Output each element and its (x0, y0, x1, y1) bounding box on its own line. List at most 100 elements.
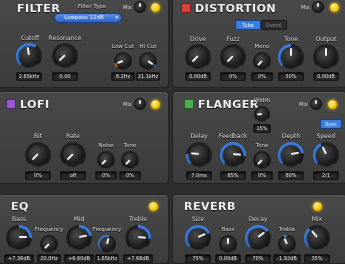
flanger-tone-knob[interactable] (253, 151, 271, 169)
lofi-noise-knob[interactable] (97, 151, 115, 169)
reverb-decay-value[interactable]: 70% (245, 254, 271, 263)
eq-title: EQ (11, 200, 29, 213)
distortion-title: DISTORTION (195, 2, 277, 15)
filter-lowcut-knob[interactable] (114, 52, 132, 70)
reverb-bass-value[interactable]: 0.00dB (215, 254, 241, 263)
flanger-delay-value[interactable]: 7.0ms (186, 171, 212, 180)
filter-hicut-knob[interactable] (139, 52, 157, 70)
distortion-output-knob[interactable] (313, 44, 339, 70)
filter-type-label: Filter Type (77, 4, 107, 10)
reverb-size-knob[interactable] (185, 225, 211, 251)
distortion-output-value[interactable]: 0.00dB (313, 72, 339, 81)
filter-resonance-knob[interactable] (52, 43, 78, 69)
lofi-bit-value[interactable]: 0% (25, 171, 51, 180)
lofi-bit-knob[interactable] (25, 142, 51, 168)
distortion-tone-value[interactable]: 50% (278, 72, 304, 81)
eq-panel: EQ Bass +7.36dB Frequency 20.0Hz Mid +6.… (0, 194, 169, 264)
filter-cutoff-value[interactable]: 2.65kHz (16, 72, 42, 81)
lofi-noise-value[interactable]: 0% (95, 171, 117, 180)
lofi-rate-knob[interactable] (60, 142, 86, 168)
filter-cutoff-knob[interactable] (16, 43, 42, 69)
distortion-mono-knob[interactable] (253, 52, 271, 70)
distortion-tone-knob[interactable] (278, 44, 304, 70)
filter-type-value: Lowpass 12dB (64, 15, 104, 21)
lofi-tone-knob[interactable] (121, 151, 139, 169)
distortion-drive-knob[interactable] (185, 44, 211, 70)
filter-mix-knob[interactable] (135, 2, 145, 12)
distortion-fuzz-value[interactable]: 0% (220, 72, 246, 81)
reverb-decay-knob[interactable] (245, 225, 271, 251)
flanger-depth-value[interactable]: 80% (278, 171, 304, 180)
filter-panel: FILTER Mix Filter Type Lowpass 12dB ▾ Cu… (0, 0, 169, 88)
distortion-fuzz-label: Fuzz (226, 36, 240, 43)
flanger-width-value[interactable]: 15% (253, 124, 271, 133)
distortion-mono-value[interactable]: 0% (251, 72, 273, 81)
reverb-treble-value[interactable]: -1.92dB (273, 254, 301, 263)
distortion-fuzz-knob[interactable] (220, 44, 246, 70)
eq-treble-value[interactable]: +7.68dB (123, 254, 153, 263)
filter-type-dropdown[interactable]: Lowpass 12dB ▾ (54, 13, 122, 23)
reverb-power-led[interactable] (313, 202, 322, 211)
eq-power-led[interactable] (149, 202, 158, 211)
filter-hicut-value[interactable]: 21.1kHz (136, 72, 160, 81)
eq-bass-knob[interactable] (6, 225, 32, 251)
reverb-mix-knob[interactable] (304, 225, 330, 251)
distortion-mix-knob[interactable] (313, 2, 323, 12)
flanger-mix-knob[interactable] (311, 99, 321, 109)
eq-freq2-knob[interactable] (98, 235, 116, 253)
eq-mid-label: Mid (73, 216, 85, 223)
reverb-size-label: Size (191, 216, 205, 223)
eq-freq1-value[interactable]: 20.0Hz (37, 254, 61, 263)
flanger-feedback-value[interactable]: 85% (220, 171, 246, 180)
filter-mix-label: Mix (123, 5, 132, 11)
flanger-delay-label: Delay (190, 133, 208, 140)
flanger-speed-knob[interactable] (313, 142, 339, 168)
filter-hicut-label: Hi Cut (139, 44, 157, 50)
distortion-tube-button[interactable]: Tube (235, 20, 261, 30)
lofi-tone-value[interactable]: 0% (119, 171, 141, 180)
flanger-sync-button[interactable]: Sync (320, 119, 342, 129)
reverb-mix-label: Mix (311, 216, 323, 223)
filter-lowcut-value[interactable]: 8.2Hz (111, 72, 135, 81)
lofi-mix-label: Mix (123, 102, 132, 108)
reverb-treble-knob[interactable] (278, 235, 296, 253)
flanger-feedback-label: Feedback (218, 133, 248, 140)
distortion-mono-label: Mono (254, 44, 270, 50)
eq-freq1-label: Frequency (34, 227, 64, 233)
eq-mid-knob[interactable] (66, 225, 92, 251)
eq-freq2-value[interactable]: 1.65kHz (95, 254, 119, 263)
distortion-drive-value[interactable]: 0.00dB (185, 72, 211, 81)
lofi-panel: LOFI Mix Bit 0% Rate off Noise 0% Tone 0… (0, 91, 169, 184)
eq-bass-value[interactable]: +7.36dB (4, 254, 34, 263)
filter-resonance-value[interactable]: 0.00 (52, 72, 78, 81)
eq-treble-knob[interactable] (125, 225, 151, 251)
flanger-feedback-knob[interactable] (220, 142, 246, 168)
flanger-icon (184, 99, 194, 109)
eq-freq1-knob[interactable] (40, 235, 58, 253)
reverb-decay-label: Decay (248, 216, 268, 223)
filter-power-led[interactable] (151, 3, 160, 12)
distortion-overd-button[interactable]: Overd. (261, 20, 287, 30)
distortion-output-label: Output (315, 36, 337, 43)
eq-mid-value[interactable]: +6.60dB (64, 254, 94, 263)
flanger-speed-label: Speed (316, 133, 336, 140)
reverb-mix-value[interactable]: 35% (304, 254, 330, 263)
chevron-down-icon: ▾ (115, 15, 118, 21)
reverb-size-value[interactable]: 75% (185, 254, 211, 263)
lofi-rate-value[interactable]: off (60, 171, 86, 180)
reverb-bass-knob[interactable] (219, 235, 237, 253)
flanger-speed-value[interactable]: 2/1 (313, 171, 339, 180)
flanger-delay-knob[interactable] (186, 142, 212, 168)
flanger-width-knob[interactable] (254, 106, 270, 122)
flanger-power-led[interactable] (328, 100, 337, 109)
distortion-icon (181, 3, 191, 13)
distortion-power-led[interactable] (330, 3, 339, 12)
lofi-bit-label: Bit (33, 133, 43, 140)
lofi-mix-knob[interactable] (135, 99, 145, 109)
flanger-tone-value[interactable]: 0% (251, 171, 273, 180)
flanger-depth-knob[interactable] (278, 142, 304, 168)
lofi-power-led[interactable] (151, 100, 160, 109)
lofi-icon (6, 99, 16, 109)
flanger-panel: FLANGER Width 15% Mix Sync Delay 7.0ms F… (172, 91, 345, 184)
lofi-tone-label: Tone (123, 143, 137, 149)
